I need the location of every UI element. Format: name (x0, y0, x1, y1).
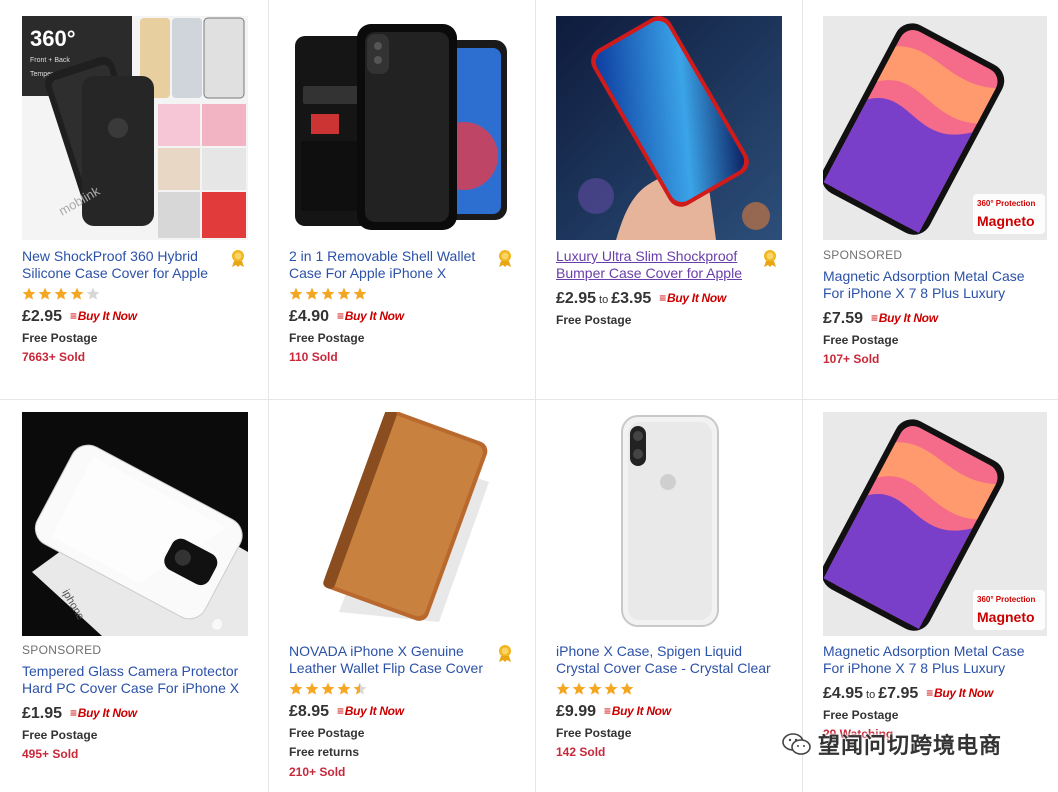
star-icon (289, 287, 303, 300)
buy-it-now-logo: ≡Buy It Now (337, 309, 404, 323)
top-rated-medal-icon (232, 250, 244, 267)
top-rated-medal-icon (499, 250, 511, 267)
top-rated-medal-icon (764, 250, 776, 267)
price: £8.95 ≡Buy It Now (289, 703, 404, 720)
product-image[interactable]: 360° Front + Back Tempered Glass moblink (22, 16, 248, 240)
product-title[interactable]: iPhone X Case, Spigen Liquid Crystal Cov… (556, 643, 778, 677)
watermark-text: 望闻问切跨境电商 (818, 734, 1003, 759)
buy-it-now-logo: ≡Buy It Now (659, 291, 726, 305)
star-rating (289, 682, 367, 696)
star-icon (321, 287, 335, 300)
product-card[interactable]: iPhone X Case, Spigen Liquid Crystal Cov… (534, 398, 803, 792)
returns-info: Free returns (289, 745, 360, 759)
sold-count: 210+ Sold (289, 765, 346, 779)
product-grid: 360° Front + Back Tempered Glass moblink (0, 0, 1058, 792)
product-title[interactable]: New ShockProof 360 Hybrid Silicone Case … (22, 248, 244, 282)
product-image[interactable] (289, 412, 515, 636)
star-icon (337, 682, 351, 695)
badge-magneto: Magneto (977, 609, 1035, 625)
product-image[interactable]: iphone (22, 412, 248, 636)
star-rating (289, 287, 367, 301)
price: £2.95 to £3.95 ≡Buy It Now (556, 290, 726, 307)
star-icon (305, 287, 319, 300)
sponsored-label: SPONSORED (22, 643, 102, 657)
star-rating (22, 287, 100, 301)
product-image[interactable] (556, 16, 782, 240)
product-card[interactable]: 360° Front + Back Tempered Glass moblink (0, 0, 269, 400)
star-icon (321, 682, 335, 695)
star-rating (556, 682, 634, 696)
price: £4.90 ≡Buy It Now (289, 308, 404, 325)
sold-count: 495+ Sold (22, 747, 79, 761)
product-title[interactable]: Luxury Ultra Slim Shockproof Bumper Case… (556, 248, 778, 282)
sold-count: 110 Sold (289, 350, 338, 364)
postage-info: Free Postage (823, 708, 899, 722)
price: £7.59 ≡Buy It Now (823, 310, 938, 327)
product-title[interactable]: Magnetic Adsorption Metal Case For iPhon… (823, 643, 1045, 677)
badge-protection: 360° Protection (977, 595, 1035, 604)
price: £4.95 to £7.95 ≡Buy It Now (823, 685, 993, 702)
product-card[interactable]: 360° Protection Magneto SPONSORED Magnet… (801, 0, 1058, 400)
product-card[interactable]: NOVADA iPhone X Genuine Leather Wallet F… (267, 398, 536, 792)
postage-info: Free Postage (289, 331, 365, 345)
star-icon (289, 682, 303, 695)
sold-count: 107+ Sold (823, 352, 880, 366)
product-title[interactable]: 2 in 1 Removable Shell Wallet Case For A… (289, 248, 511, 282)
star-icon (353, 287, 367, 300)
star-icon (337, 287, 351, 300)
svg-text:Front + Back: Front + Back (30, 57, 70, 64)
sponsored-label: SPONSORED (823, 248, 903, 262)
product-image[interactable] (289, 16, 515, 240)
postage-info: Free Postage (556, 726, 632, 740)
star-icon (588, 682, 602, 695)
product-card[interactable]: 2 in 1 Removable Shell Wallet Case For A… (267, 0, 536, 400)
product-image[interactable] (556, 412, 782, 636)
buy-it-now-logo: ≡Buy It Now (871, 311, 938, 325)
star-icon (305, 682, 319, 695)
buy-it-now-logo: ≡Buy It Now (337, 704, 404, 718)
postage-info: Free Postage (556, 313, 632, 327)
star-icon (54, 287, 68, 300)
product-title[interactable]: NOVADA iPhone X Genuine Leather Wallet F… (289, 643, 511, 677)
product-card[interactable]: Luxury Ultra Slim Shockproof Bumper Case… (534, 0, 803, 400)
watermark: 望闻问切跨境电商 (782, 728, 1002, 760)
postage-info: Free Postage (22, 728, 98, 742)
wechat-icon (782, 733, 811, 755)
star-icon (620, 682, 634, 695)
top-rated-medal-icon (499, 645, 511, 662)
price: £9.99 ≡Buy It Now (556, 703, 671, 720)
buy-it-now-logo: ≡Buy It Now (604, 704, 671, 718)
star-icon (38, 287, 52, 300)
star-icon (556, 682, 570, 695)
postage-info: Free Postage (22, 331, 98, 345)
price: £1.95 ≡Buy It Now (22, 705, 137, 722)
product-image[interactable]: 360° Protection Magneto (823, 412, 1047, 636)
buy-it-now-logo: ≡Buy It Now (926, 686, 993, 700)
star-icon (86, 287, 100, 300)
product-title[interactable]: Magnetic Adsorption Metal Case For iPhon… (823, 268, 1045, 302)
sold-count: 142 Sold (556, 745, 606, 759)
sold-count: 7663+ Sold (22, 350, 86, 364)
badge-protection: 360° Protection (977, 199, 1035, 208)
svg-text:360°: 360° (30, 26, 76, 51)
price: £2.95 ≡Buy It Now (22, 308, 137, 325)
product-card[interactable]: iphone SPONSORED Tempered Glass Camera P… (0, 398, 269, 792)
product-title[interactable]: Tempered Glass Camera Protector Hard PC … (22, 663, 244, 697)
buy-it-now-logo: ≡Buy It Now (70, 706, 137, 720)
postage-info: Free Postage (289, 726, 365, 740)
star-icon (572, 682, 586, 695)
badge-magneto: Magneto (977, 213, 1035, 229)
postage-info: Free Postage (823, 333, 899, 347)
star-icon (70, 287, 84, 300)
buy-it-now-logo: ≡Buy It Now (70, 309, 137, 323)
star-icon (604, 682, 618, 695)
product-image[interactable]: 360° Protection Magneto (823, 16, 1047, 240)
star-icon (22, 287, 36, 300)
star-icon (353, 682, 367, 695)
